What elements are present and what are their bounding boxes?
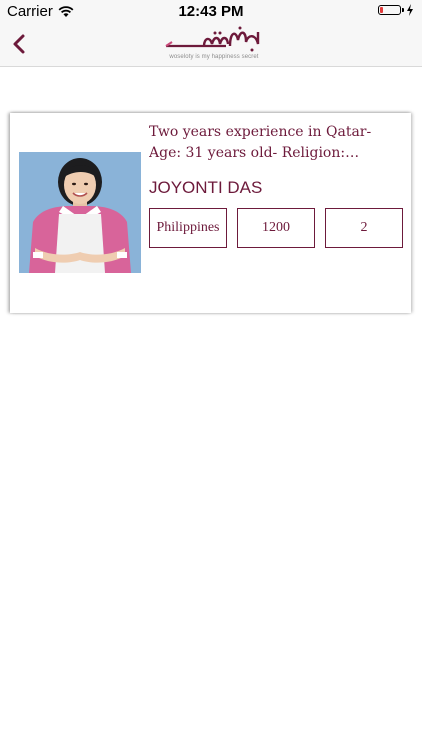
person-photo-image xyxy=(19,152,141,273)
status-time: 12:43 PM xyxy=(178,3,244,20)
battery-icon xyxy=(378,5,401,15)
worker-name: JOYONTI DAS xyxy=(149,178,263,197)
count-box: 2 xyxy=(325,208,403,248)
app-logo: woseloty is my happiness secret xyxy=(164,24,264,64)
country-box: Philippines xyxy=(149,208,227,248)
listing-card[interactable]: Two years experience in Qatar- Age: 31 y… xyxy=(10,113,411,313)
listing-description: Two years experience in Qatar- Age: 31 y… xyxy=(149,124,372,161)
profile-photo xyxy=(19,152,141,273)
status-bar: Carrier 12:43 PM xyxy=(0,0,422,22)
status-right xyxy=(378,4,414,16)
charging-bolt-icon xyxy=(407,4,413,16)
battery-level xyxy=(380,7,383,13)
nav-bar: woseloty is my happiness secret xyxy=(0,22,422,67)
chevron-left-icon xyxy=(13,34,25,54)
salary-box: 1200 xyxy=(237,208,315,248)
back-button[interactable] xyxy=(6,28,36,60)
battery-tip xyxy=(402,8,404,12)
logo-tagline: woseloty is my happiness secret xyxy=(169,54,259,60)
logo-mark xyxy=(165,26,260,52)
